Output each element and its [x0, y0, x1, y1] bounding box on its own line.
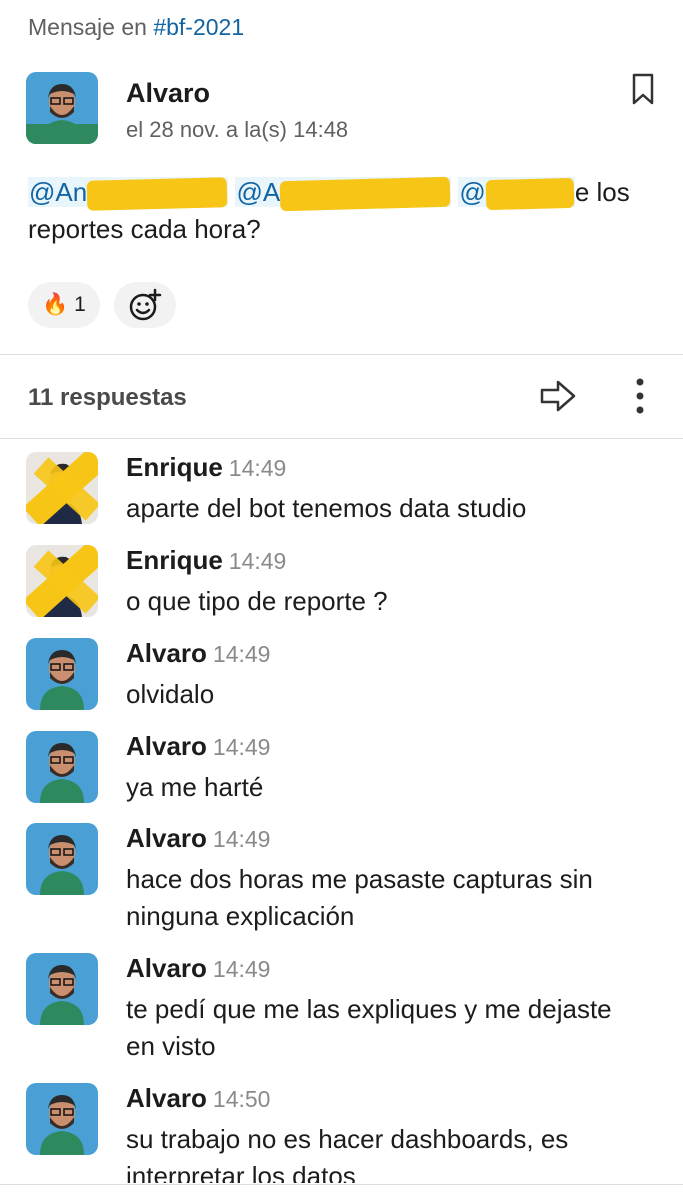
avatar[interactable] [26, 452, 98, 524]
redaction-mark [86, 177, 228, 211]
avatar[interactable] [26, 1083, 98, 1155]
reply-header: Alvaro 14:49 [126, 823, 270, 854]
avatar[interactable] [26, 545, 98, 617]
author-name[interactable]: Enrique [126, 545, 223, 575]
author-name[interactable]: Alvaro [126, 823, 207, 853]
reply-text: su trabajo no es hacer dashboards, es in… [126, 1124, 569, 1183]
parent-message: Alvaro el 28 nov. a la(s) 14:48 @An @A @… [0, 70, 683, 355]
reply-text: te pedí que me las expliques y me dejast… [126, 994, 612, 1061]
message-timestamp: el 28 nov. a la(s) 14:48 [126, 117, 349, 142]
reply-header: Alvaro 14:49 [126, 731, 270, 762]
avatar[interactable] [26, 953, 98, 1025]
author-name[interactable]: Alvaro [126, 953, 207, 983]
reply-header: Alvaro 14:49 [126, 638, 270, 669]
add-reaction-button[interactable] [113, 282, 176, 328]
fire-emoji-icon: 🔥 [42, 293, 69, 316]
reply-text: olvidalo [126, 679, 215, 709]
reactions-bar: 🔥 1 [28, 282, 176, 328]
avatar[interactable] [26, 731, 98, 803]
mention-2[interactable]: @A [235, 176, 452, 212]
reply-timestamp: 14:49 [212, 826, 271, 852]
reply-header: Alvaro 14:49 [126, 953, 270, 984]
add-emoji-icon [129, 288, 162, 321]
reply-timestamp: 14:50 [212, 1086, 271, 1112]
share-icon[interactable] [538, 378, 578, 414]
reply-timestamp: 14:49 [212, 734, 271, 760]
context-prefix: Mensaje en [28, 14, 147, 40]
reply-text: ya me harté [126, 772, 264, 802]
reply-text: hace dos horas me pasaste capturas sin n… [126, 864, 593, 931]
more-options-icon[interactable] [628, 376, 652, 416]
reply-header: Enrique 14:49 [126, 545, 286, 576]
message-text-line2: reportes cada hora? [28, 214, 261, 244]
reply-text: o que tipo de reporte ? [126, 586, 388, 616]
context-line: Mensaje en #bf-2021 [28, 14, 244, 41]
divider [0, 354, 683, 355]
channel-link[interactable]: #bf-2021 [153, 14, 244, 40]
message-text-tail: e los [574, 177, 630, 207]
author-name[interactable]: Alvaro [126, 638, 207, 668]
reply-timestamp: 14:49 [228, 548, 287, 574]
redaction-mark [485, 177, 575, 211]
reply-timestamp: 14:49 [212, 641, 271, 667]
reply-text: aparte del bot tenemos data studio [126, 493, 527, 523]
reply-timestamp: 14:49 [212, 956, 271, 982]
author-name[interactable]: Alvaro [126, 731, 207, 761]
bookmark-icon[interactable] [628, 72, 658, 106]
thread-header: 11 respuestas [0, 356, 683, 438]
message-body: @An @A @ e los reportes cada hora? [28, 174, 658, 248]
redaction-mark [279, 176, 451, 212]
divider [0, 1184, 683, 1185]
author-name[interactable]: Alvaro [126, 78, 210, 109]
avatar[interactable] [26, 638, 98, 710]
divider [0, 438, 683, 439]
author-name[interactable]: Alvaro [126, 1083, 207, 1113]
mention-3[interactable]: @ [458, 177, 575, 211]
reply-item: Alvaro 14:50 su trabajo no es hacer dashb… [0, 1083, 683, 1183]
avatar[interactable] [26, 72, 98, 144]
reaction-fire[interactable]: 🔥 1 [28, 282, 100, 328]
reply-header: Enrique 14:49 [126, 452, 286, 483]
reply-timestamp: 14:49 [228, 455, 287, 481]
avatar[interactable] [26, 823, 98, 895]
reply-header: Alvaro 14:50 [126, 1083, 270, 1114]
replies-count: 11 respuestas [28, 384, 187, 411]
reaction-count: 1 [74, 293, 86, 316]
mention-1[interactable]: @An [28, 177, 229, 211]
author-name[interactable]: Enrique [126, 452, 223, 482]
